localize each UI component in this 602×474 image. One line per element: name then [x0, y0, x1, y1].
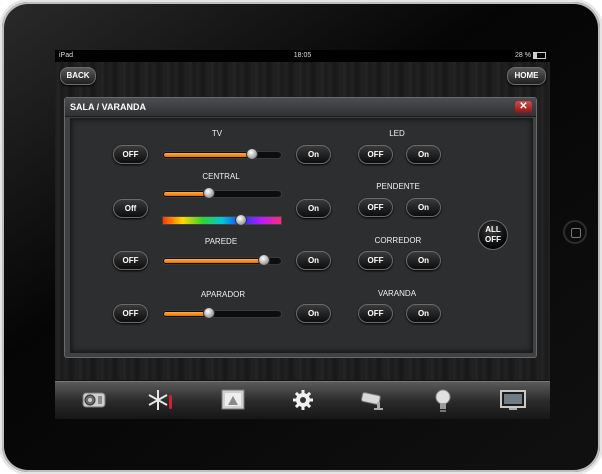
- panel-title: SALA / VARANDA: [70, 102, 146, 112]
- all-off-button[interactable]: ALL OFF: [478, 220, 508, 250]
- aparador-dimmer-fill: [164, 312, 208, 316]
- aparador-dimmer-knob[interactable]: [203, 307, 215, 319]
- controls-area: TV OFF On CENTRAL Off On PAREDE OFF On A…: [70, 118, 533, 353]
- panel-header: SALA / VARANDA ✕: [65, 98, 536, 117]
- all-off-line1: ALL: [485, 225, 501, 234]
- varanda-off-button[interactable]: OFF: [358, 304, 393, 323]
- light-bulb-icon: [435, 389, 451, 412]
- tab-camera-audio[interactable]: [79, 387, 109, 413]
- tv-display-icon: [500, 390, 526, 410]
- projector-screen-icon: [221, 389, 245, 410]
- tv-dimmer-slider[interactable]: [162, 148, 282, 160]
- battery-indicator: 28 %: [515, 50, 546, 62]
- tab-security[interactable]: [357, 387, 387, 413]
- home-square-icon: [571, 228, 581, 238]
- central-dimmer-slider[interactable]: [162, 187, 282, 199]
- parede-dimmer-slider[interactable]: [162, 254, 282, 266]
- clock: 18:05: [293, 52, 312, 59]
- switch-label-varanda: VARANDA: [377, 289, 417, 298]
- dimmer-label-tv: TV: [211, 129, 223, 138]
- tab-tv[interactable]: [498, 387, 528, 413]
- bottom-tab-bar: [55, 381, 550, 419]
- tab-projector[interactable]: [218, 387, 248, 413]
- tv-dimmer-fill: [164, 153, 251, 157]
- device-home-button[interactable]: [563, 220, 587, 244]
- tab-lights[interactable]: [428, 387, 458, 413]
- camera-audio-icon: [82, 392, 106, 408]
- tv-on-button[interactable]: On: [296, 145, 331, 164]
- central-color-knob[interactable]: [235, 214, 247, 226]
- central-color-slider[interactable]: [162, 214, 282, 226]
- climate-snowflake-icon: [148, 390, 172, 410]
- tab-settings[interactable]: [288, 387, 318, 413]
- battery-label: 28 %: [515, 52, 531, 59]
- parede-off-button[interactable]: OFF: [113, 251, 148, 270]
- close-button[interactable]: ✕: [515, 101, 532, 113]
- all-off-line2: OFF: [485, 235, 501, 244]
- led-off-button[interactable]: OFF: [358, 145, 393, 164]
- parede-on-button[interactable]: On: [296, 251, 331, 270]
- aparador-dimmer-slider[interactable]: [162, 307, 282, 319]
- tv-dimmer-knob[interactable]: [246, 148, 258, 160]
- dimmer-label-parede: PAREDE: [204, 237, 238, 246]
- room-panel: SALA / VARANDA ✕ TV OFF On CENTRAL Off O…: [64, 97, 537, 358]
- battery-icon: [533, 51, 546, 59]
- corredor-on-button[interactable]: On: [406, 251, 441, 270]
- switch-label-corredor: CORREDOR: [374, 236, 422, 245]
- led-on-button[interactable]: On: [406, 145, 441, 164]
- security-camera-icon: [361, 392, 383, 410]
- back-button[interactable]: BACK: [60, 67, 96, 85]
- home-button[interactable]: HOME: [507, 67, 546, 85]
- switch-label-led: LED: [389, 129, 405, 138]
- settings-gear-icon: [293, 390, 313, 410]
- parede-dimmer-knob[interactable]: [258, 254, 270, 266]
- app-screen: iPad 18:05 28 % BACK HOME SALA / VARANDA…: [55, 50, 550, 419]
- central-dimmer-fill: [164, 192, 208, 196]
- aparador-off-button[interactable]: OFF: [113, 304, 148, 323]
- dimmer-label-central: CENTRAL: [202, 172, 240, 181]
- varanda-on-button[interactable]: On: [406, 304, 441, 323]
- pendente-off-button[interactable]: OFF: [358, 198, 393, 217]
- tab-climate[interactable]: [145, 387, 175, 413]
- corredor-off-button[interactable]: OFF: [358, 251, 393, 270]
- dimmer-label-aparador: APARADOR: [200, 290, 246, 299]
- aparador-on-button[interactable]: On: [296, 304, 331, 323]
- pendente-on-button[interactable]: On: [406, 198, 441, 217]
- parede-dimmer-fill: [164, 259, 263, 263]
- central-off-button[interactable]: Off: [113, 199, 148, 218]
- status-bar: iPad 18:05 28 %: [55, 50, 550, 62]
- central-on-button[interactable]: On: [296, 199, 331, 218]
- switch-label-pendente: PENDENTE: [376, 182, 420, 191]
- tv-off-button[interactable]: OFF: [113, 145, 148, 164]
- central-dimmer-knob[interactable]: [203, 187, 215, 199]
